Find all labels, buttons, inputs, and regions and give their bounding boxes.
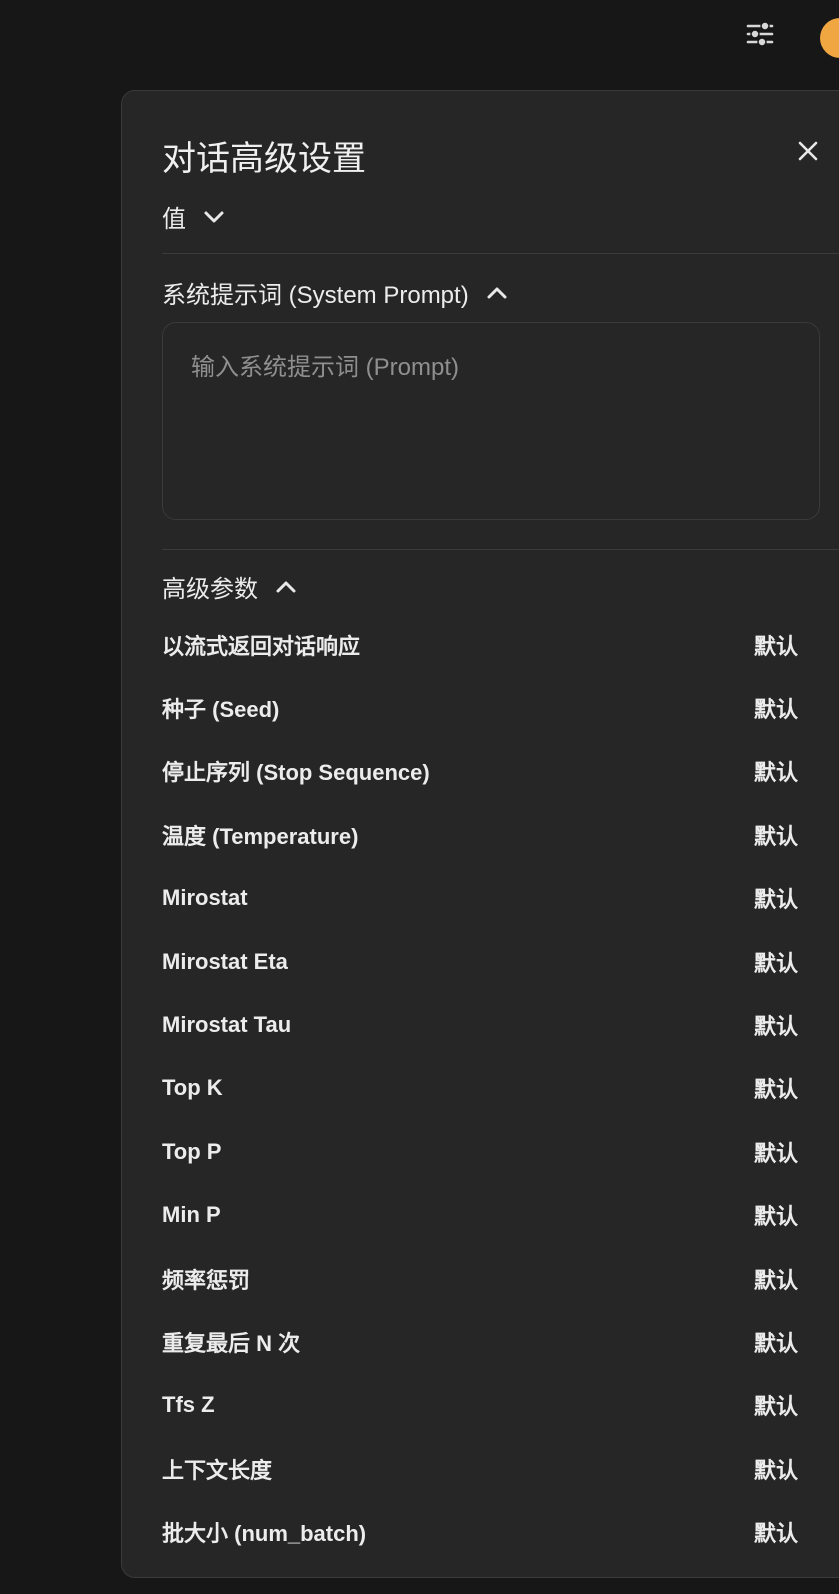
param-value-toggle[interactable]: 默认 [754, 1516, 802, 1548]
system-prompt-input[interactable] [163, 323, 819, 519]
param-value-toggle[interactable]: 默认 [754, 1009, 802, 1041]
param-label: 温度 (Temperature) [162, 823, 359, 849]
system-prompt-box [162, 322, 820, 520]
close-button[interactable] [790, 135, 826, 171]
system-prompt-toggle[interactable]: 系统提示词 (System Prompt) [162, 275, 509, 310]
advanced-params-list: 以流式返回对话响应 默认 种子 (Seed) 默认 停止序列 (Stop Seq… [162, 613, 802, 1564]
param-label: 种子 (Seed) [162, 697, 280, 723]
param-label: 频率惩罚 [162, 1267, 251, 1293]
sliders-icon [744, 18, 776, 55]
param-row-mirostat-tau: Mirostat Tau 默认 [162, 993, 802, 1056]
param-value-toggle[interactable]: 默认 [754, 629, 802, 661]
param-row-seed: 种子 (Seed) 默认 [162, 676, 802, 739]
param-row-top-p: Top P 默认 [162, 1120, 802, 1183]
param-label: Mirostat [162, 885, 248, 911]
param-row-context-length: 上下文长度 默认 [162, 1437, 802, 1500]
param-row-top-k: Top K 默认 [162, 1057, 802, 1120]
controls-button[interactable] [742, 18, 778, 54]
param-value-toggle[interactable]: 默认 [754, 1389, 802, 1421]
valves-toggle[interactable]: 值 [162, 199, 226, 234]
advanced-params-label: 高级参数 [162, 576, 258, 603]
divider [162, 253, 839, 254]
param-row-stop-sequence: 停止序列 (Stop Sequence) 默认 [162, 740, 802, 803]
top-bar [0, 0, 839, 80]
advanced-params-toggle[interactable]: 高级参数 [162, 569, 298, 604]
avatar[interactable] [820, 18, 839, 58]
param-value-toggle[interactable]: 默认 [754, 1326, 802, 1358]
param-value-toggle[interactable]: 默认 [754, 1072, 802, 1104]
param-value-toggle[interactable]: 默认 [754, 819, 802, 851]
param-value-toggle[interactable]: 默认 [754, 1199, 802, 1231]
param-value-toggle[interactable]: 默认 [754, 1453, 802, 1485]
param-label: Tfs Z [162, 1392, 215, 1418]
param-label: 以流式返回对话响应 [162, 633, 361, 659]
param-value-toggle[interactable]: 默认 [754, 755, 802, 787]
panel-title: 对话高级设置 [162, 140, 366, 178]
chevron-up-icon [485, 281, 509, 305]
system-prompt-label: 系统提示词 (System Prompt) [162, 282, 469, 309]
chevron-up-icon [274, 575, 298, 599]
param-value-toggle[interactable]: 默认 [754, 946, 802, 978]
param-row-num-batch: 批大小 (num_batch) 默认 [162, 1500, 802, 1563]
param-label: Mirostat Eta [162, 948, 288, 974]
param-row-tfs-z: Tfs Z 默认 [162, 1374, 802, 1437]
param-row-min-p: Min P 默认 [162, 1184, 802, 1247]
chat-controls-panel: 对话高级设置 值 系统提示词 (System Prompt) 输入系统提示词 (… [121, 90, 839, 1578]
chevron-down-icon [202, 205, 226, 229]
close-icon [796, 139, 820, 168]
param-row-frequency-penalty: 频率惩罚 默认 [162, 1247, 802, 1310]
param-value-toggle[interactable]: 默认 [754, 882, 802, 914]
param-value-toggle[interactable]: 默认 [754, 1136, 802, 1168]
param-label: 批大小 (num_batch) [162, 1521, 367, 1547]
param-row-temperature: 温度 (Temperature) 默认 [162, 803, 802, 866]
param-row-mirostat-eta: Mirostat Eta 默认 [162, 930, 802, 993]
param-label: 停止序列 (Stop Sequence) [162, 760, 430, 786]
param-label: Min P [162, 1202, 221, 1228]
param-row-mirostat: Mirostat 默认 [162, 867, 802, 930]
param-label: 上下文长度 [162, 1457, 273, 1483]
valves-label: 值 [162, 206, 186, 233]
param-label: Top K [162, 1075, 223, 1101]
param-label: Mirostat Tau [162, 1012, 292, 1038]
param-value-toggle[interactable]: 默认 [754, 1263, 802, 1295]
param-row-repeat-last-n: 重复最后 N 次 默认 [162, 1310, 802, 1373]
divider [162, 549, 839, 550]
param-label: Top P [162, 1138, 222, 1164]
param-label: 重复最后 N 次 [162, 1330, 301, 1356]
param-value-toggle[interactable]: 默认 [754, 692, 802, 724]
param-row-stream: 以流式返回对话响应 默认 [162, 613, 802, 676]
